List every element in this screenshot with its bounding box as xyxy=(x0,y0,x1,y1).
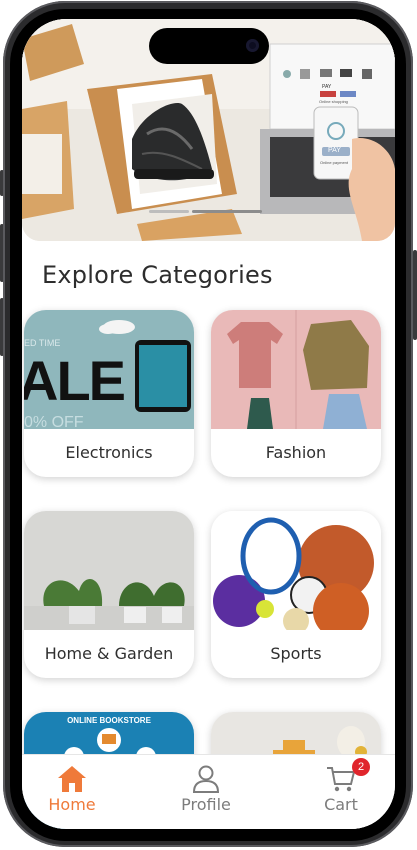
sale-text-big: ALE xyxy=(24,349,126,412)
home-garden-image xyxy=(24,511,194,630)
category-label: Home & Garden xyxy=(44,644,174,663)
category-card-electronics[interactable]: ED TIME ALE 0% OFF Electronics xyxy=(24,310,194,477)
tab-cart-label: Cart xyxy=(324,795,358,814)
category-card-fashion[interactable]: Fashion xyxy=(211,310,381,477)
home-icon xyxy=(58,766,86,792)
sale-text-percent: 0% OFF xyxy=(24,414,84,429)
laptop-caption: Online shopping xyxy=(319,99,348,104)
app-screen: PAY Online shopping PAY Online payment E… xyxy=(22,19,395,829)
category-label: Electronics xyxy=(65,443,153,462)
tab-home-label: Home xyxy=(48,795,96,814)
laptop-pay-button: PAY xyxy=(322,84,332,90)
pager-dot-2[interactable] xyxy=(192,210,262,213)
category-label: Sports xyxy=(270,644,322,663)
cart-badge: 2 xyxy=(352,758,370,776)
books-banner-text: ONLINE BOOKSTORE xyxy=(67,716,151,725)
sports-image xyxy=(211,511,381,630)
phone-pay-button: PAY xyxy=(328,147,341,154)
tab-cart[interactable]: 2 Cart xyxy=(286,755,395,829)
category-card-sports[interactable]: Sports xyxy=(211,511,381,678)
phone-caption: Online payment xyxy=(320,160,349,165)
section-title: Explore Categories xyxy=(42,261,273,289)
profile-icon xyxy=(192,765,220,793)
tab-home[interactable]: Home xyxy=(22,755,127,829)
power-button xyxy=(413,250,417,340)
category-card-home-garden[interactable]: Home & Garden xyxy=(24,511,194,678)
electronics-image: ED TIME ALE 0% OFF xyxy=(24,310,194,429)
camera-icon xyxy=(246,39,259,52)
device-frame: PAY Online shopping PAY Online payment E… xyxy=(0,0,417,850)
sale-text-small: ED TIME xyxy=(24,338,61,348)
pager-dot-1[interactable] xyxy=(149,210,189,213)
fashion-image xyxy=(211,310,381,429)
dynamic-island xyxy=(149,28,269,64)
tab-profile[interactable]: Profile xyxy=(151,755,261,829)
tab-profile-label: Profile xyxy=(181,795,231,814)
category-label: Fashion xyxy=(265,443,327,462)
bottom-tab-bar: Home Profile 2 Cart xyxy=(22,754,395,829)
carousel-pager[interactable] xyxy=(22,210,395,214)
